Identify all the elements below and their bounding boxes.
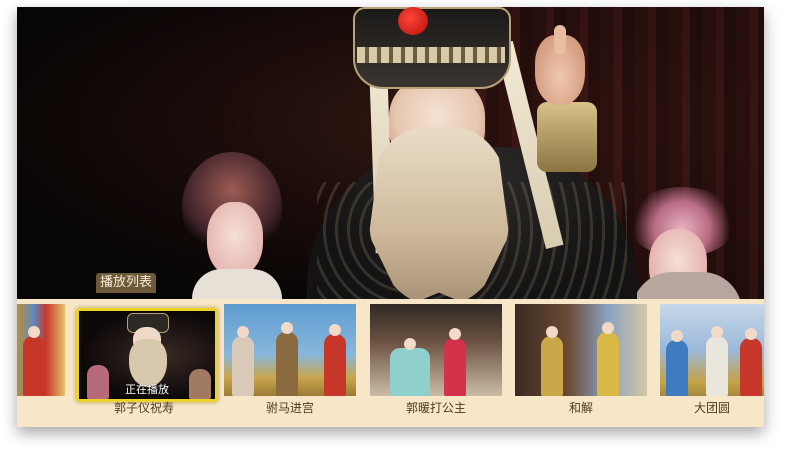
- thumbnail-beard: [129, 339, 167, 387]
- thumbnail-figure: [541, 336, 563, 396]
- playlist-item-3[interactable]: [370, 304, 502, 396]
- thumbnail-figure-head: [711, 326, 723, 338]
- playlist-item-5[interactable]: [660, 304, 764, 396]
- thumbnail-figure-head: [404, 338, 416, 350]
- thumbnail-figure: [666, 340, 688, 396]
- thumbnail-figure-head: [28, 326, 40, 338]
- thumbnail-figure: [740, 338, 762, 396]
- thumbnail-image: [660, 304, 764, 396]
- playlist-item-title: 大团圆: [693, 401, 730, 415]
- performer-center-beard: [369, 127, 509, 299]
- playlist-item-1[interactable]: 正在播放: [76, 308, 218, 402]
- helmet-red-pompom: [398, 7, 428, 35]
- thumbnail-image: [17, 304, 65, 396]
- thumbnail-figure: [324, 334, 346, 396]
- thumbnail-figure-head: [546, 326, 558, 338]
- thumbnail-figure: [390, 348, 430, 396]
- now-playing-label: 正在播放: [125, 383, 169, 396]
- playlist-label: 播放列表: [96, 273, 157, 293]
- thumbnail-figure-head: [237, 326, 249, 338]
- performer-left-face: [207, 202, 263, 276]
- playlist-item-2[interactable]: [224, 304, 356, 396]
- thumbnail-figure: [706, 336, 728, 396]
- thumbnail-figure: [597, 332, 619, 396]
- playlist-item-title: 和解: [568, 401, 593, 415]
- thumbnail-figure: [276, 332, 298, 396]
- thumbnail-figure-head: [671, 330, 683, 342]
- playlist-item-0[interactable]: [17, 304, 65, 396]
- thumbnail-figure-head: [745, 328, 757, 340]
- thumbnail-image: [224, 304, 356, 396]
- performer-pointing-finger: [554, 25, 566, 55]
- thumbnail-figure-head: [449, 328, 461, 340]
- thumbnail-image: [515, 304, 647, 396]
- playlist-item-title: 郭暖打公主: [405, 401, 466, 415]
- thumbnail-figure-head: [329, 324, 341, 336]
- thumbnail-figure: [23, 336, 45, 396]
- thumbnail-figure-head: [602, 322, 614, 334]
- thumbnail-figure-head: [281, 322, 293, 334]
- performer-sleeve: [537, 102, 597, 172]
- thumbnail-figure: [444, 338, 466, 396]
- helmet-band: [357, 47, 505, 63]
- playlist-item-title: 驸马进宫: [265, 401, 314, 415]
- thumbnail-image: [370, 304, 502, 396]
- playlist-item-4[interactable]: [515, 304, 647, 396]
- video-stage-image: [17, 7, 764, 299]
- thumbnail-figure: [232, 336, 254, 396]
- performer-left-costume: [192, 269, 282, 299]
- playlist-item-title: 郭子仪祝寿: [113, 401, 174, 415]
